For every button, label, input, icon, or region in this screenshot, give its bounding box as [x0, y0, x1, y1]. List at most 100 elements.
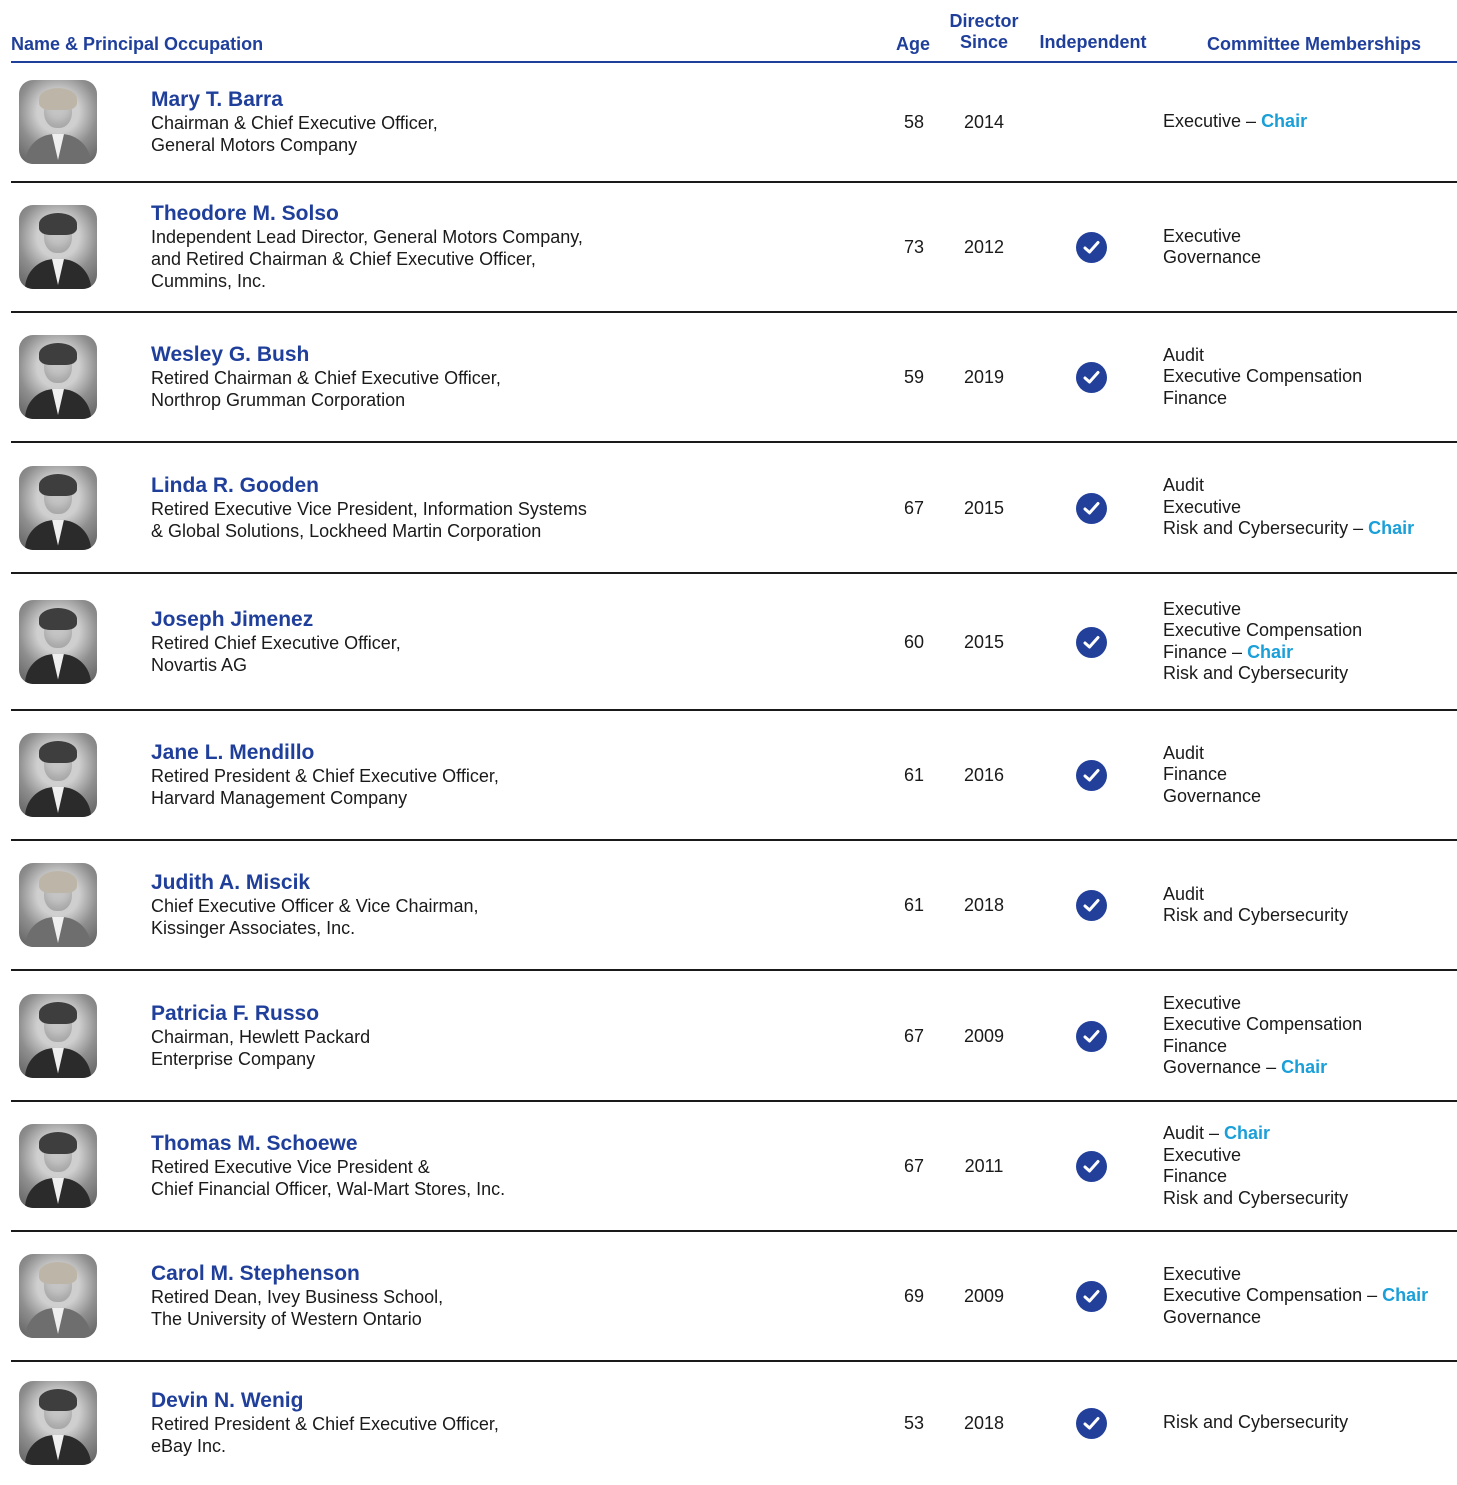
- committee-item: Executive: [1163, 993, 1362, 1015]
- occupation-line: Retired Dean, Ivey Business School,: [151, 1287, 444, 1307]
- director-occupation: Retired Dean, Ivey Business School, The U…: [151, 1286, 443, 1330]
- committee-name: Governance: [1163, 1057, 1262, 1077]
- director-name: Carol M. Stephenson: [151, 1262, 360, 1285]
- committee-item: Governance – Chair: [1163, 1057, 1328, 1077]
- committee-name: Finance: [1163, 641, 1228, 662]
- director-photo: [19, 465, 97, 550]
- occupation-line: Chief Executive Officer & Vice Chairman,: [151, 896, 479, 916]
- director-row: Wesley G. Bush Retired Chairman & Chief E…: [11, 313, 1457, 443]
- director-name: Jane L. Mendillo: [151, 741, 315, 764]
- photo-hair: [39, 1132, 77, 1154]
- committee-item: Executive Compensation: [1163, 1014, 1362, 1036]
- header-director-since: Director Since: [940, 11, 1028, 53]
- occupation-line: Chairman & Chief Executive Officer,: [151, 113, 438, 133]
- photo-hair: [39, 1262, 77, 1284]
- occupation-line: Kissinger Associates, Inc.: [151, 918, 356, 938]
- committee-name: Audit: [1163, 475, 1205, 496]
- independent-check-icon: [1076, 890, 1107, 921]
- photo-hair: [39, 871, 77, 893]
- photo-hair: [39, 213, 77, 235]
- occupation-line: Cummins, Inc.: [151, 271, 267, 291]
- committee-name: Finance: [1163, 387, 1228, 408]
- occupation-line: Novartis AG: [151, 654, 248, 675]
- committee-name: Risk and Cybersecurity: [1163, 1411, 1349, 1432]
- director-name: Wesley G. Bush: [151, 343, 310, 366]
- committee-name: Risk and Cybersecurity: [1163, 1187, 1349, 1208]
- director-name: Thomas M. Schoewe: [151, 1132, 358, 1155]
- header-director-since-line2: Since: [959, 32, 1009, 52]
- director-age: 67: [903, 1025, 925, 1046]
- photo-hair: [39, 741, 77, 763]
- committee-memberships: Executive Executive Compensation Finance –…: [1163, 599, 1362, 685]
- director-since: 2018: [963, 895, 1005, 915]
- occupation-line: The University of Western Ontario: [151, 1309, 422, 1329]
- committee-memberships: Executive Executive Compensation Finance Go…: [1163, 993, 1362, 1079]
- director-age: 58: [903, 112, 925, 132]
- occupation-line: Retired Chief Executive Officer,: [151, 632, 401, 653]
- committee-item: Risk and Cybersecurity: [1163, 663, 1362, 685]
- photo-hair: [39, 343, 77, 365]
- occupation-line: Retired Executive Vice President &: [151, 1157, 430, 1177]
- committee-memberships: Audit Risk and Cybersecurity: [1163, 884, 1348, 927]
- director-age: 53: [903, 1412, 925, 1433]
- committee-name: Executive Compensation: [1163, 1014, 1363, 1034]
- director-name: Patricia F. Russo: [151, 1001, 320, 1025]
- committee-name: Audit: [1163, 883, 1205, 904]
- director-age: 73: [903, 237, 925, 257]
- director-since: 2018: [963, 1412, 1005, 1433]
- occupation-line: Retired President & Chief Executive Offi…: [151, 766, 499, 786]
- photo-hair: [39, 1388, 77, 1411]
- committee-chair-badge: Chair: [1382, 1285, 1429, 1306]
- director-name: Theodore M. Solso: [151, 202, 339, 225]
- committee-item: Executive Compensation: [1163, 366, 1362, 388]
- director-photo: [19, 733, 97, 817]
- committee-name: Executive: [1163, 111, 1242, 132]
- director-age: 61: [903, 895, 925, 915]
- director-occupation: Retired Executive Vice President & Chief …: [151, 1156, 505, 1200]
- occupation-line: Retired Executive Vice President, Inform…: [151, 498, 587, 519]
- director-row: Linda R. Gooden Retired Executive Vice Pr…: [11, 443, 1457, 574]
- director-row: Devin N. Wenig Retired President & Chief …: [11, 1362, 1457, 1483]
- committee-item: Finance: [1163, 1036, 1362, 1058]
- committee-item: Executive: [1163, 599, 1362, 621]
- director-row: Carol M. Stephenson Retired Dean, Ivey Bu…: [11, 1232, 1457, 1362]
- committee-name: Risk and Cybersecurity: [1163, 905, 1349, 925]
- independent-check-icon: [1076, 362, 1107, 393]
- committee-item: Executive: [1163, 226, 1261, 248]
- committee-name: Governance: [1163, 1306, 1262, 1327]
- committee-name: Risk and Cybersecurity: [1163, 663, 1349, 683]
- occupation-line: Northrop Grumman Corporation: [151, 390, 406, 410]
- committee-name: Governance: [1163, 785, 1262, 806]
- committee-item: Executive: [1163, 497, 1414, 519]
- committee-item: Governance: [1163, 786, 1261, 808]
- independent-check-icon: [1076, 1407, 1107, 1439]
- director-photo: [19, 335, 97, 419]
- director-name: Devin N. Wenig: [151, 1388, 304, 1412]
- photo-hair: [39, 88, 77, 110]
- director-photo: [19, 1124, 97, 1208]
- director-occupation: Retired Chief Executive Officer, Novartis…: [151, 632, 401, 676]
- director-occupation: Chairman & Chief Executive Officer, Gener…: [151, 112, 438, 156]
- director-since: 2009: [963, 1025, 1005, 1046]
- committee-name: Executive: [1163, 225, 1242, 246]
- committee-chair-badge: Chair: [1224, 1123, 1271, 1143]
- photo-hair: [39, 473, 77, 496]
- director-row: Mary T. Barra Chairman & Chief Executive …: [11, 63, 1457, 183]
- committee-name: Finance: [1163, 764, 1228, 785]
- director-age: 60: [903, 631, 925, 652]
- occupation-line: Retired Chairman & Chief Executive Offic…: [151, 368, 501, 388]
- committee-memberships: Risk and Cybersecurity: [1163, 1412, 1348, 1434]
- committee-memberships: Audit Executive Compensation Finance: [1163, 345, 1362, 410]
- occupation-line: Harvard Management Company: [151, 788, 408, 808]
- independent-check-icon: [1076, 626, 1107, 658]
- committee-name: Audit: [1163, 344, 1205, 365]
- committee-item: Executive Compensation – Chair: [1163, 1285, 1429, 1306]
- committee-name: Governance: [1163, 247, 1262, 267]
- committee-item: Finance: [1163, 388, 1362, 410]
- independent-check-icon: [1076, 1281, 1107, 1312]
- committee-item: Audit: [1163, 475, 1414, 497]
- header-name-occupation: Name & Principal Occupation: [11, 34, 264, 54]
- director-age: 69: [903, 1286, 925, 1306]
- director-occupation: Retired President & Chief Executive Offi…: [151, 765, 499, 809]
- committee-item: Executive: [1163, 1145, 1348, 1167]
